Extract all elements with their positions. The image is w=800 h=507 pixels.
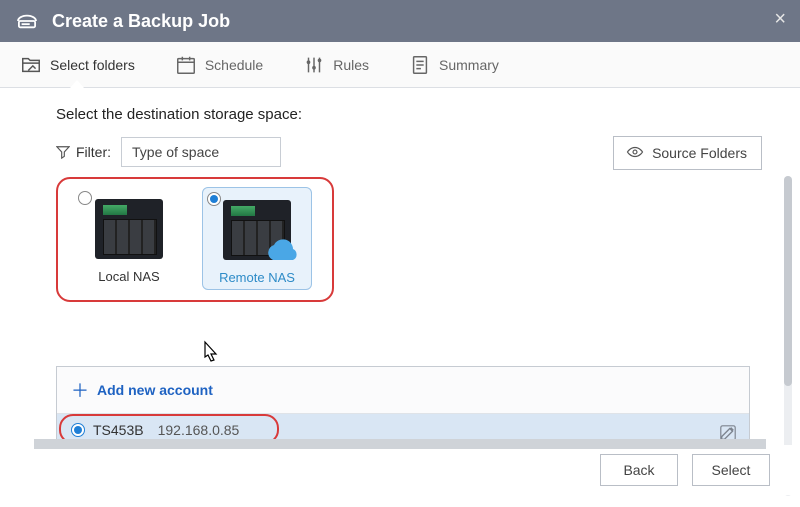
document-icon: [409, 54, 431, 76]
sliders-icon: [303, 54, 325, 76]
eye-icon: [626, 143, 644, 164]
tab-label: Summary: [439, 57, 499, 73]
tab-label: Select folders: [50, 57, 135, 73]
account-name: TS453B: [93, 422, 144, 438]
wizard-tabs: Select folders Schedule Rules Summary: [0, 42, 800, 88]
tab-label: Rules: [333, 57, 369, 73]
tab-summary[interactable]: Summary: [403, 42, 505, 87]
radio-checked-icon: [207, 192, 221, 206]
add-new-account-button[interactable]: ＋ Add new account: [57, 367, 749, 414]
section-title: Select the destination storage space:: [56, 106, 772, 123]
filter-type-select[interactable]: Type of space: [121, 137, 281, 167]
main-panel: Select the destination storage space: Fi…: [0, 88, 800, 507]
account-ip: 192.168.0.85: [158, 422, 240, 438]
space-label: Local NAS: [98, 269, 159, 284]
destination-space-options: Local NAS Remote NAS: [56, 177, 334, 302]
calendar-icon: [175, 54, 197, 76]
space-option-local-nas[interactable]: Local NAS: [74, 187, 184, 290]
space-option-remote-nas[interactable]: Remote NAS: [202, 187, 312, 290]
account-panel: ＋ Add new account TS453B 192.168.0.85: [56, 366, 750, 447]
wizard-footer: Back Select: [0, 445, 800, 495]
filter-label: Filter:: [56, 144, 111, 160]
source-folders-button[interactable]: Source Folders: [613, 136, 762, 170]
tab-label: Schedule: [205, 57, 263, 73]
backup-app-icon: [16, 12, 38, 30]
titlebar: Create a Backup Job ×: [0, 0, 800, 42]
select-button[interactable]: Select: [692, 454, 770, 486]
tab-schedule[interactable]: Schedule: [169, 42, 269, 87]
radio-checked-icon: [71, 423, 85, 437]
tab-rules[interactable]: Rules: [297, 42, 375, 87]
cloud-icon: [261, 238, 301, 266]
plus-icon: ＋: [71, 377, 89, 403]
source-folders-label: Source Folders: [652, 145, 747, 161]
filter-select-value: Type of space: [132, 144, 219, 160]
close-icon[interactable]: ×: [774, 8, 786, 31]
nas-device-icon: [223, 200, 291, 260]
add-account-label: Add new account: [97, 382, 213, 398]
space-label: Remote NAS: [219, 270, 295, 285]
pointer-cursor-icon: [197, 340, 221, 368]
radio-unchecked-icon: [78, 191, 92, 205]
select-folders-icon: [20, 54, 42, 76]
tab-select-folders[interactable]: Select folders: [14, 42, 141, 87]
back-button[interactable]: Back: [600, 454, 678, 486]
filter-icon: [56, 145, 70, 159]
nas-device-icon: [95, 199, 163, 259]
window-title: Create a Backup Job: [52, 11, 230, 32]
